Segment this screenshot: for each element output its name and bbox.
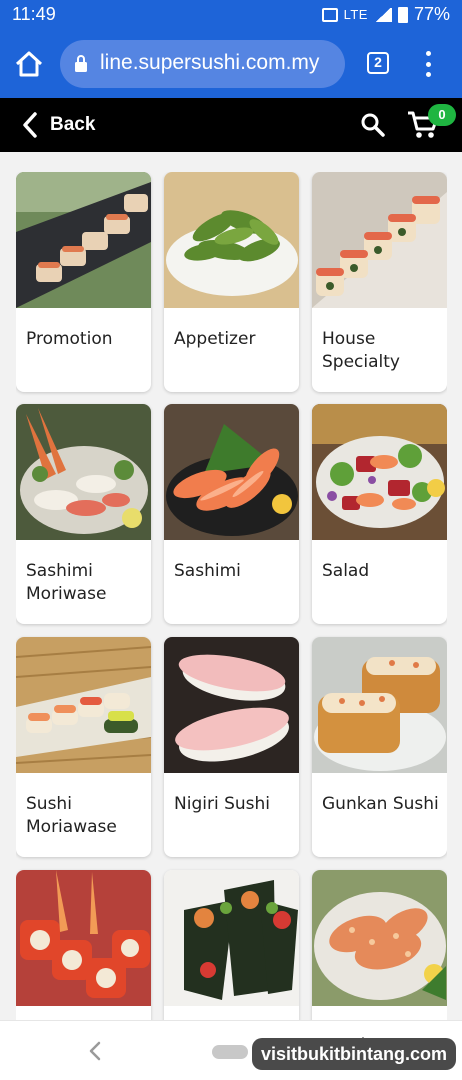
category-card-sushi-moriawase[interactable]: Sushi Moriawase <box>16 637 151 857</box>
category-image <box>16 637 151 773</box>
tab-switcher-button[interactable]: 2 <box>367 52 389 74</box>
chevron-left-icon <box>23 112 37 138</box>
category-grid: Promotion Appetizer House Specialty Sash… <box>16 172 447 1020</box>
category-card[interactable] <box>16 870 151 1020</box>
category-label: Nigiri Sushi <box>174 794 270 814</box>
back-label: Back <box>50 114 96 135</box>
status-indicators: LTE 77% <box>321 4 450 25</box>
url-text: line.supersushi.com.my <box>100 51 320 74</box>
category-image <box>312 172 447 308</box>
app-header: Back <box>0 98 462 152</box>
category-card-house-specialty[interactable]: House Specialty <box>312 172 447 392</box>
overflow-menu-icon[interactable] <box>420 51 436 77</box>
signal-icon <box>373 7 392 22</box>
category-card-promotion[interactable]: Promotion <box>16 172 151 392</box>
status-time: 11:49 <box>12 4 56 24</box>
category-label: Promotion <box>26 329 113 349</box>
watermark: visitbukitbintang.com <box>252 1038 456 1070</box>
category-image <box>16 172 151 308</box>
category-label: Sushi Moriawase <box>26 794 117 837</box>
cart-count-badge: 0 <box>428 104 456 126</box>
category-card-gunkan-sushi[interactable]: Gunkan Sushi <box>312 637 447 857</box>
category-image <box>16 870 151 1006</box>
category-card[interactable] <box>164 870 299 1020</box>
category-image <box>312 870 447 1006</box>
category-card-appetizer[interactable]: Appetizer <box>164 172 299 392</box>
category-card[interactable] <box>312 870 447 1020</box>
category-image <box>312 404 447 540</box>
category-label: Appetizer <box>174 329 256 349</box>
category-card-sashimi[interactable]: Sashimi <box>164 404 299 624</box>
browser-toolbar: line.supersushi.com.my 2 <box>0 30 462 98</box>
lock-icon <box>74 54 88 72</box>
network-type: LTE <box>343 7 368 22</box>
status-bar: 11:49 LTE 77% <box>0 0 462 30</box>
category-card-salad[interactable]: Salad <box>312 404 447 624</box>
category-card-sashimi-moriwase[interactable]: Sashimi Moriwase <box>16 404 151 624</box>
category-card-nigiri-sushi[interactable]: Nigiri Sushi <box>164 637 299 857</box>
category-image <box>164 637 299 773</box>
back-button[interactable]: Back <box>22 110 95 140</box>
category-image <box>16 404 151 540</box>
category-image <box>312 637 447 773</box>
vibrate-icon <box>321 7 338 22</box>
category-label: Gunkan Sushi <box>322 794 439 814</box>
category-image <box>164 870 299 1006</box>
category-label: House Specialty <box>322 329 400 372</box>
home-icon[interactable] <box>14 50 44 78</box>
category-label: Salad <box>322 561 370 581</box>
battery-percent: 77% <box>413 4 450 24</box>
nav-home-pill[interactable] <box>212 1045 248 1059</box>
category-label: Sashimi <box>174 561 241 581</box>
category-image <box>164 404 299 540</box>
category-image <box>164 172 299 308</box>
search-icon[interactable] <box>360 112 386 138</box>
nav-back-icon[interactable] <box>86 1041 104 1061</box>
battery-icon <box>397 6 408 23</box>
address-bar[interactable]: line.supersushi.com.my <box>60 40 345 88</box>
category-label: Sashimi Moriwase <box>26 561 107 604</box>
